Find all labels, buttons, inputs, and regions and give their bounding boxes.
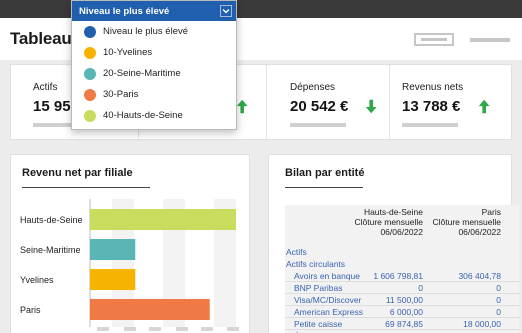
row-divider [285,305,519,306]
table-cell: 0 [496,295,501,305]
dropdown-option-label: 30-Paris [103,89,139,100]
dropdown-option[interactable]: Niveau le plus élevé [72,22,236,43]
chevron-down-icon[interactable] [220,5,232,17]
bar-yvelines[interactable] [90,269,136,290]
bar-hauts-de-seine[interactable] [90,209,236,230]
card-title-underline [285,187,363,188]
table-row-label[interactable]: Actifs [286,247,307,257]
row-divider [285,317,519,318]
axis-tick [97,327,109,331]
column-header-date: 06/06/2022 [380,227,423,237]
category-label: Seine-Maritime [20,245,81,255]
table-cell: 0 [496,283,501,293]
table-cell: 306 404,78 [458,271,501,281]
category-label: Paris [20,305,41,315]
trend-down-icon [365,99,377,114]
color-dot-icon [84,26,96,38]
table-row-label[interactable]: Petite caisse [294,319,342,329]
table-cell: 69 874,85 [385,319,423,329]
trend-up-icon [478,99,490,114]
table-cell: 0 [418,283,423,293]
column-header-date: 06/06/2022 [458,227,501,237]
table-row-label[interactable]: Avoirs en banque [294,271,360,281]
bar-chart: Hauts-de-Seine Seine-Maritime Yvelines Pari… [20,199,239,331]
header-placeholder [470,38,510,42]
category-label: Hauts-de-Seine [20,215,83,225]
column-header-period: Clôture mensuelle [354,217,423,227]
bilan-card: Bilan par entité Hauts-de-Seine Clôture … [268,154,519,333]
table-cell: 18 000,00 [463,319,501,329]
kpi-revenus-nets[interactable]: Revenus nets 13 788 € [390,65,512,141]
column-header-period: Clôture mensuelle [432,217,501,227]
bar-paris[interactable] [90,299,210,320]
table-cell: 1 606 798,81 [373,271,423,281]
bar-seine-maritime[interactable] [90,239,136,260]
table-row-label[interactable]: American Express [294,307,363,317]
dropdown-option[interactable]: 40-Hauts-de-Seine [72,106,236,127]
kpi-depenses[interactable]: Dépenses 20 542 € [267,65,389,141]
header-action-button[interactable] [414,33,454,46]
axis-tick [176,327,188,331]
dropdown-option[interactable]: 10-Yvelines [72,43,236,64]
axis-tick [149,327,161,331]
dropdown-selected[interactable]: Niveau le plus élevé [72,1,236,21]
column-header-entity: Hauts-de-Seine [363,207,423,217]
kpi-label: Dépenses [290,82,336,93]
row-divider [285,293,519,294]
color-dot-icon [84,68,96,80]
table-cell: 6 000,00 [389,307,423,317]
bilan-table: Hauts-de-Seine Clôture mensuelle 06/06/2… [285,205,519,333]
color-dot-icon [84,110,96,122]
kpi-value: 20 542 € [290,98,349,115]
kpi-underline [402,123,458,127]
kpi-label: Revenus nets [402,82,464,93]
dropdown-selected-label: Niveau le plus élevé [79,6,170,17]
trend-up-icon [236,99,248,114]
axis-tick [227,327,239,331]
category-label: Yvelines [20,275,54,285]
dropdown-option-label: Niveau le plus élevé [103,26,189,37]
dropdown-option-label: 20-Seine-Maritime [103,68,181,79]
kpi-underline [290,123,346,127]
table-row-label[interactable]: BNP Paribas [294,283,343,293]
kpi-value: 15 95 [33,98,71,115]
column-header-entity: Paris [481,207,501,217]
dropdown-option[interactable]: 20-Seine-Maritime [72,64,236,85]
kpi-value: 13 788 € [402,98,461,115]
entity-level-dropdown[interactable]: Niveau le plus élevé Niveau le plus élev… [71,0,237,130]
kpi-label: Actifs [33,82,58,93]
axis-tick [201,327,213,331]
revenue-card: Revenu net par filiale Hauts-de-Seine Sei… [10,154,250,333]
card-title: Bilan par entité [285,167,365,179]
row-divider [285,281,519,282]
table-row-label[interactable]: Actifs circulants [286,259,345,269]
dropdown-option-label: 40-Hauts-de-Seine [103,110,183,121]
row-divider [285,329,519,330]
axis-tick [124,327,136,331]
table-row-label[interactable]: Visa/MC/Discover [294,295,361,305]
table-cell: 0 [496,307,501,317]
color-dot-icon [84,89,96,101]
dropdown-option[interactable]: 30-Paris [72,85,236,106]
dropdown-option-label: 10-Yvelines [103,47,153,58]
table-cell: 11 500,00 [385,295,423,305]
color-dot-icon [84,47,96,59]
